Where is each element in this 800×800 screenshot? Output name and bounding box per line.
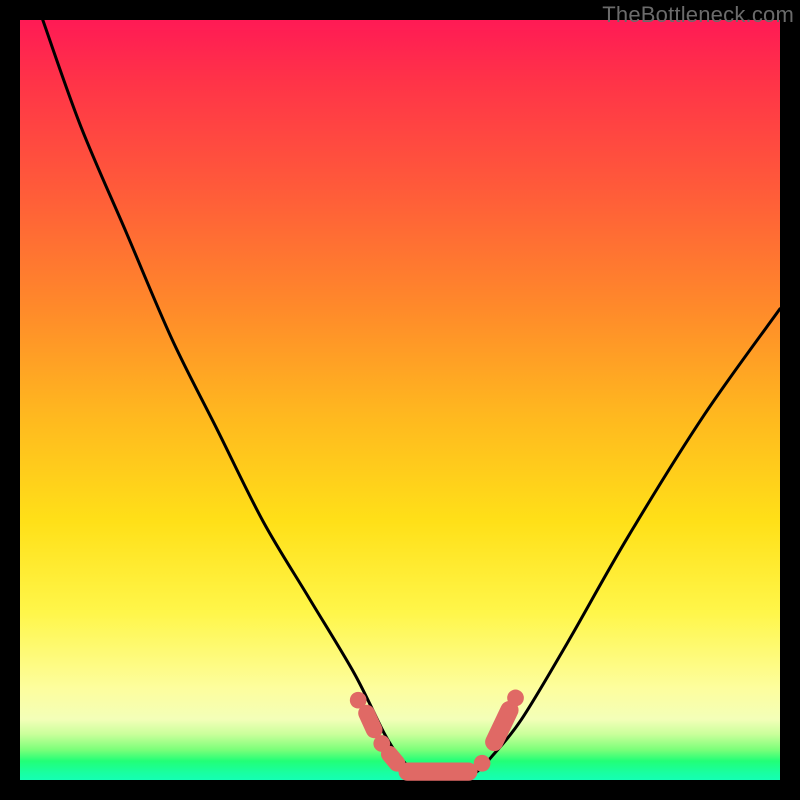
- curve-marker-dot: [474, 755, 491, 772]
- chart-frame: [20, 20, 780, 780]
- chart-svg: [20, 20, 780, 780]
- watermark-text: TheBottleneck.com: [602, 2, 794, 28]
- curve-marker-capsule: [389, 754, 397, 763]
- curve-marker-capsule: [367, 713, 375, 730]
- chart-curve-layer: [43, 20, 780, 781]
- chart-marker-layer: [350, 690, 524, 772]
- curve-marker-dot: [507, 690, 524, 707]
- bottleneck-curve: [43, 20, 780, 781]
- chart-plot-area: [20, 20, 780, 780]
